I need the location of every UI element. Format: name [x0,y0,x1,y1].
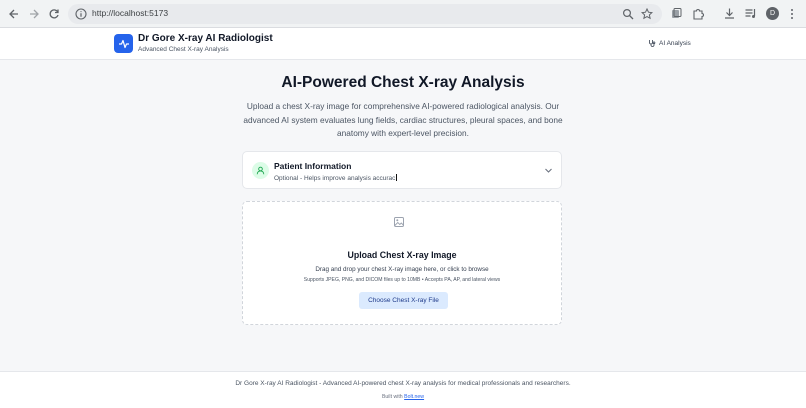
upload-dropzone[interactable]: Upload Chest X-ray Image Drag and drop y… [242,201,562,325]
activity-logo-icon [114,34,133,53]
page-footer: Dr Gore X-ray AI Radiologist - Advanced … [0,371,806,408]
patient-info-panel[interactable]: Patient Information Optional - Helps imp… [242,151,562,189]
patient-info-subtitle: Optional - Helps improve analysis accura… [274,173,397,182]
patient-info-subtitle-text: Optional - Helps improve analysis accura… [274,174,396,182]
forward-icon[interactable] [26,6,42,22]
footer-text: Dr Gore X-ray AI Radiologist - Advanced … [235,380,571,387]
image-icon [394,217,404,227]
bolt-link[interactable]: Bolt.new [404,394,424,400]
bookmark-star-icon[interactable] [641,8,653,20]
upload-description: Drag and drop your chest X-ray image her… [315,266,489,273]
chevron-down-icon[interactable] [544,166,553,175]
puzzle-icon[interactable] [692,7,705,20]
app-header: Dr Gore X-ray AI Radiologist Advanced Ch… [0,28,806,60]
ai-analysis-nav[interactable]: AI Analysis [648,39,691,47]
zoom-icon[interactable] [622,8,634,20]
browser-toolbar: http://localhost:5173 D [0,0,806,28]
user-icon [252,162,269,179]
patient-info-title: Patient Information [274,161,352,171]
upload-title: Upload Chest X-ray Image [347,250,457,260]
app-subtitle: Advanced Chest X-ray Analysis [138,46,229,53]
page-description: Upload a chest X-ray image for comprehen… [243,101,563,138]
url-text[interactable]: http://localhost:5173 [92,8,168,18]
built-with: Built with Bolt.new [0,394,806,400]
ai-analysis-label: AI Analysis [659,39,691,47]
address-bar[interactable]: http://localhost:5173 [68,4,662,24]
reload-icon[interactable] [46,6,62,22]
profile-avatar[interactable]: D [766,7,779,20]
reading-list-icon[interactable] [744,7,757,20]
site-info-icon[interactable] [74,7,88,21]
page-title: AI-Powered Chest X-ray Analysis [281,74,525,91]
upload-file-note: Supports JPEG, PNG, and DICOM files up t… [303,277,501,283]
app-title: Dr Gore X-ray AI Radiologist [138,33,273,44]
download-icon[interactable] [723,7,736,20]
text-cursor [395,173,397,181]
extension-icon[interactable] [670,7,683,20]
back-icon[interactable] [6,6,22,22]
stethoscope-icon [649,40,656,47]
menu-icon[interactable] [790,8,794,20]
built-with-prefix: Built with [381,394,403,400]
choose-file-button[interactable]: Choose Chest X-ray File [359,292,448,309]
